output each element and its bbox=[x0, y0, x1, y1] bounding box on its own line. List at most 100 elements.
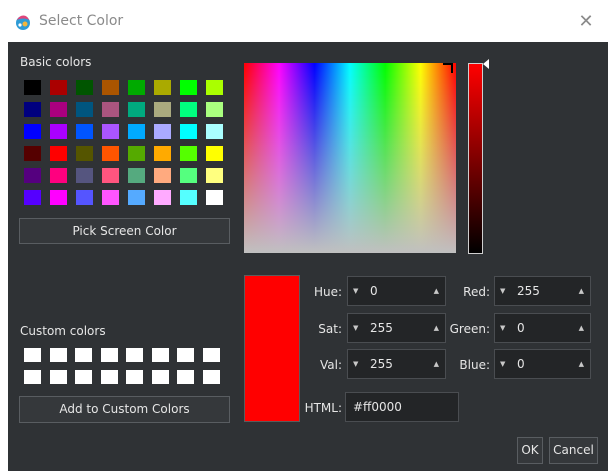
basic-color-swatch[interactable] bbox=[24, 124, 41, 139]
basic-color-swatch[interactable] bbox=[154, 146, 171, 161]
hue-decrement-icon[interactable]: ▼ bbox=[353, 287, 358, 295]
basic-color-swatch[interactable] bbox=[102, 190, 119, 205]
custom-color-swatch[interactable] bbox=[100, 370, 118, 384]
color-spectrum[interactable] bbox=[244, 63, 456, 253]
val-spinbox[interactable]: ▼ 255 ▲ bbox=[347, 349, 446, 379]
custom-color-swatch[interactable] bbox=[151, 370, 169, 384]
basic-color-swatch[interactable] bbox=[206, 80, 223, 95]
basic-color-swatch[interactable] bbox=[180, 124, 197, 139]
sat-decrement-icon[interactable]: ▼ bbox=[353, 324, 358, 332]
html-label: HTML: bbox=[304, 401, 342, 415]
blue-increment-icon[interactable]: ▲ bbox=[579, 360, 584, 368]
custom-color-swatch[interactable] bbox=[126, 348, 143, 362]
val-value: 255 bbox=[370, 357, 393, 371]
pick-screen-color-button[interactable]: Pick Screen Color bbox=[19, 218, 230, 244]
luminance-slider-handle-icon[interactable] bbox=[483, 59, 489, 69]
basic-color-swatch[interactable] bbox=[76, 168, 93, 183]
ok-button[interactable]: OK bbox=[517, 437, 543, 464]
hue-increment-icon[interactable]: ▲ bbox=[434, 287, 439, 295]
html-input[interactable]: #ff0000 bbox=[345, 392, 459, 422]
custom-color-swatch[interactable] bbox=[126, 370, 143, 384]
val-increment-icon[interactable]: ▲ bbox=[434, 360, 439, 368]
basic-color-swatch[interactable] bbox=[128, 124, 145, 139]
basic-color-swatch[interactable] bbox=[24, 168, 41, 183]
basic-color-swatch[interactable] bbox=[102, 124, 119, 139]
blue-value: 0 bbox=[517, 357, 525, 371]
luminance-slider[interactable] bbox=[468, 63, 483, 254]
basic-color-swatch[interactable] bbox=[154, 168, 171, 183]
basic-color-swatch[interactable] bbox=[128, 190, 145, 205]
basic-color-swatch[interactable] bbox=[206, 190, 223, 205]
custom-color-swatch[interactable] bbox=[75, 370, 92, 384]
basic-color-swatch[interactable] bbox=[102, 168, 119, 183]
sat-increment-icon[interactable]: ▲ bbox=[434, 324, 439, 332]
basic-color-swatch[interactable] bbox=[50, 102, 67, 117]
basic-color-swatch[interactable] bbox=[76, 102, 93, 117]
basic-color-swatch[interactable] bbox=[76, 80, 93, 95]
basic-color-swatch[interactable] bbox=[128, 102, 145, 117]
basic-color-swatch[interactable] bbox=[50, 146, 67, 161]
custom-color-swatch[interactable] bbox=[49, 370, 67, 384]
basic-color-swatch[interactable] bbox=[50, 190, 67, 205]
basic-color-swatch[interactable] bbox=[24, 146, 41, 161]
basic-color-swatch[interactable] bbox=[102, 146, 119, 161]
basic-color-swatch[interactable] bbox=[154, 124, 171, 139]
val-decrement-icon[interactable]: ▼ bbox=[353, 360, 358, 368]
add-to-custom-colors-button[interactable]: Add to Custom Colors bbox=[19, 396, 230, 423]
basic-color-swatch[interactable] bbox=[24, 80, 41, 95]
basic-color-swatch[interactable] bbox=[180, 80, 197, 95]
custom-color-swatch[interactable] bbox=[24, 370, 41, 384]
custom-color-swatch[interactable] bbox=[151, 348, 169, 362]
basic-color-swatch[interactable] bbox=[76, 146, 93, 161]
basic-color-swatch[interactable] bbox=[24, 102, 41, 117]
custom-colors-grid bbox=[24, 348, 229, 386]
blue-label: Blue: bbox=[459, 358, 490, 372]
hue-spinbox[interactable]: ▼ 0 ▲ bbox=[347, 276, 446, 306]
basic-color-swatch[interactable] bbox=[102, 102, 119, 117]
custom-color-swatch[interactable] bbox=[49, 348, 67, 362]
basic-color-swatch[interactable] bbox=[50, 80, 67, 95]
custom-color-swatch[interactable] bbox=[177, 370, 194, 384]
cancel-button[interactable]: Cancel bbox=[549, 437, 598, 464]
basic-color-swatch[interactable] bbox=[206, 102, 223, 117]
basic-color-swatch[interactable] bbox=[24, 190, 41, 205]
basic-color-swatch[interactable] bbox=[50, 168, 67, 183]
close-button[interactable]: ✕ bbox=[574, 10, 598, 34]
basic-color-swatch[interactable] bbox=[180, 190, 197, 205]
red-decrement-icon[interactable]: ▼ bbox=[500, 287, 505, 295]
green-decrement-icon[interactable]: ▼ bbox=[500, 324, 505, 332]
basic-color-swatch[interactable] bbox=[180, 102, 197, 117]
basic-color-swatch[interactable] bbox=[154, 80, 171, 95]
basic-color-swatch[interactable] bbox=[128, 168, 145, 183]
basic-color-swatch[interactable] bbox=[128, 146, 145, 161]
green-increment-icon[interactable]: ▲ bbox=[579, 324, 584, 332]
basic-color-swatch[interactable] bbox=[76, 124, 93, 139]
basic-color-swatch[interactable] bbox=[154, 190, 171, 205]
custom-color-swatch[interactable] bbox=[202, 348, 220, 362]
basic-color-swatch[interactable] bbox=[128, 80, 145, 95]
basic-color-swatch[interactable] bbox=[180, 146, 197, 161]
red-spinbox[interactable]: ▼ 255 ▲ bbox=[494, 276, 591, 306]
custom-color-swatch[interactable] bbox=[202, 370, 220, 384]
title-bar: Select Color ✕ bbox=[0, 0, 608, 42]
custom-color-swatch[interactable] bbox=[177, 348, 194, 362]
basic-color-swatch[interactable] bbox=[76, 190, 93, 205]
custom-color-swatch[interactable] bbox=[100, 348, 118, 362]
basic-color-swatch[interactable] bbox=[154, 102, 171, 117]
custom-color-swatch[interactable] bbox=[75, 348, 92, 362]
basic-color-swatch[interactable] bbox=[50, 124, 67, 139]
custom-color-swatch[interactable] bbox=[24, 348, 41, 362]
basic-color-swatch[interactable] bbox=[102, 80, 119, 95]
basic-color-swatch[interactable] bbox=[206, 124, 223, 139]
blue-spinbox[interactable]: ▼ 0 ▲ bbox=[494, 349, 591, 379]
custom-colors-label: Custom colors bbox=[20, 324, 106, 338]
red-increment-icon[interactable]: ▲ bbox=[579, 287, 584, 295]
green-label: Green: bbox=[449, 322, 490, 336]
green-spinbox[interactable]: ▼ 0 ▲ bbox=[494, 313, 591, 343]
basic-colors-label: Basic colors bbox=[20, 55, 92, 69]
basic-color-swatch[interactable] bbox=[206, 146, 223, 161]
sat-spinbox[interactable]: ▼ 255 ▲ bbox=[347, 313, 446, 343]
basic-color-swatch[interactable] bbox=[180, 168, 197, 183]
blue-decrement-icon[interactable]: ▼ bbox=[500, 360, 505, 368]
basic-color-swatch[interactable] bbox=[206, 168, 223, 183]
